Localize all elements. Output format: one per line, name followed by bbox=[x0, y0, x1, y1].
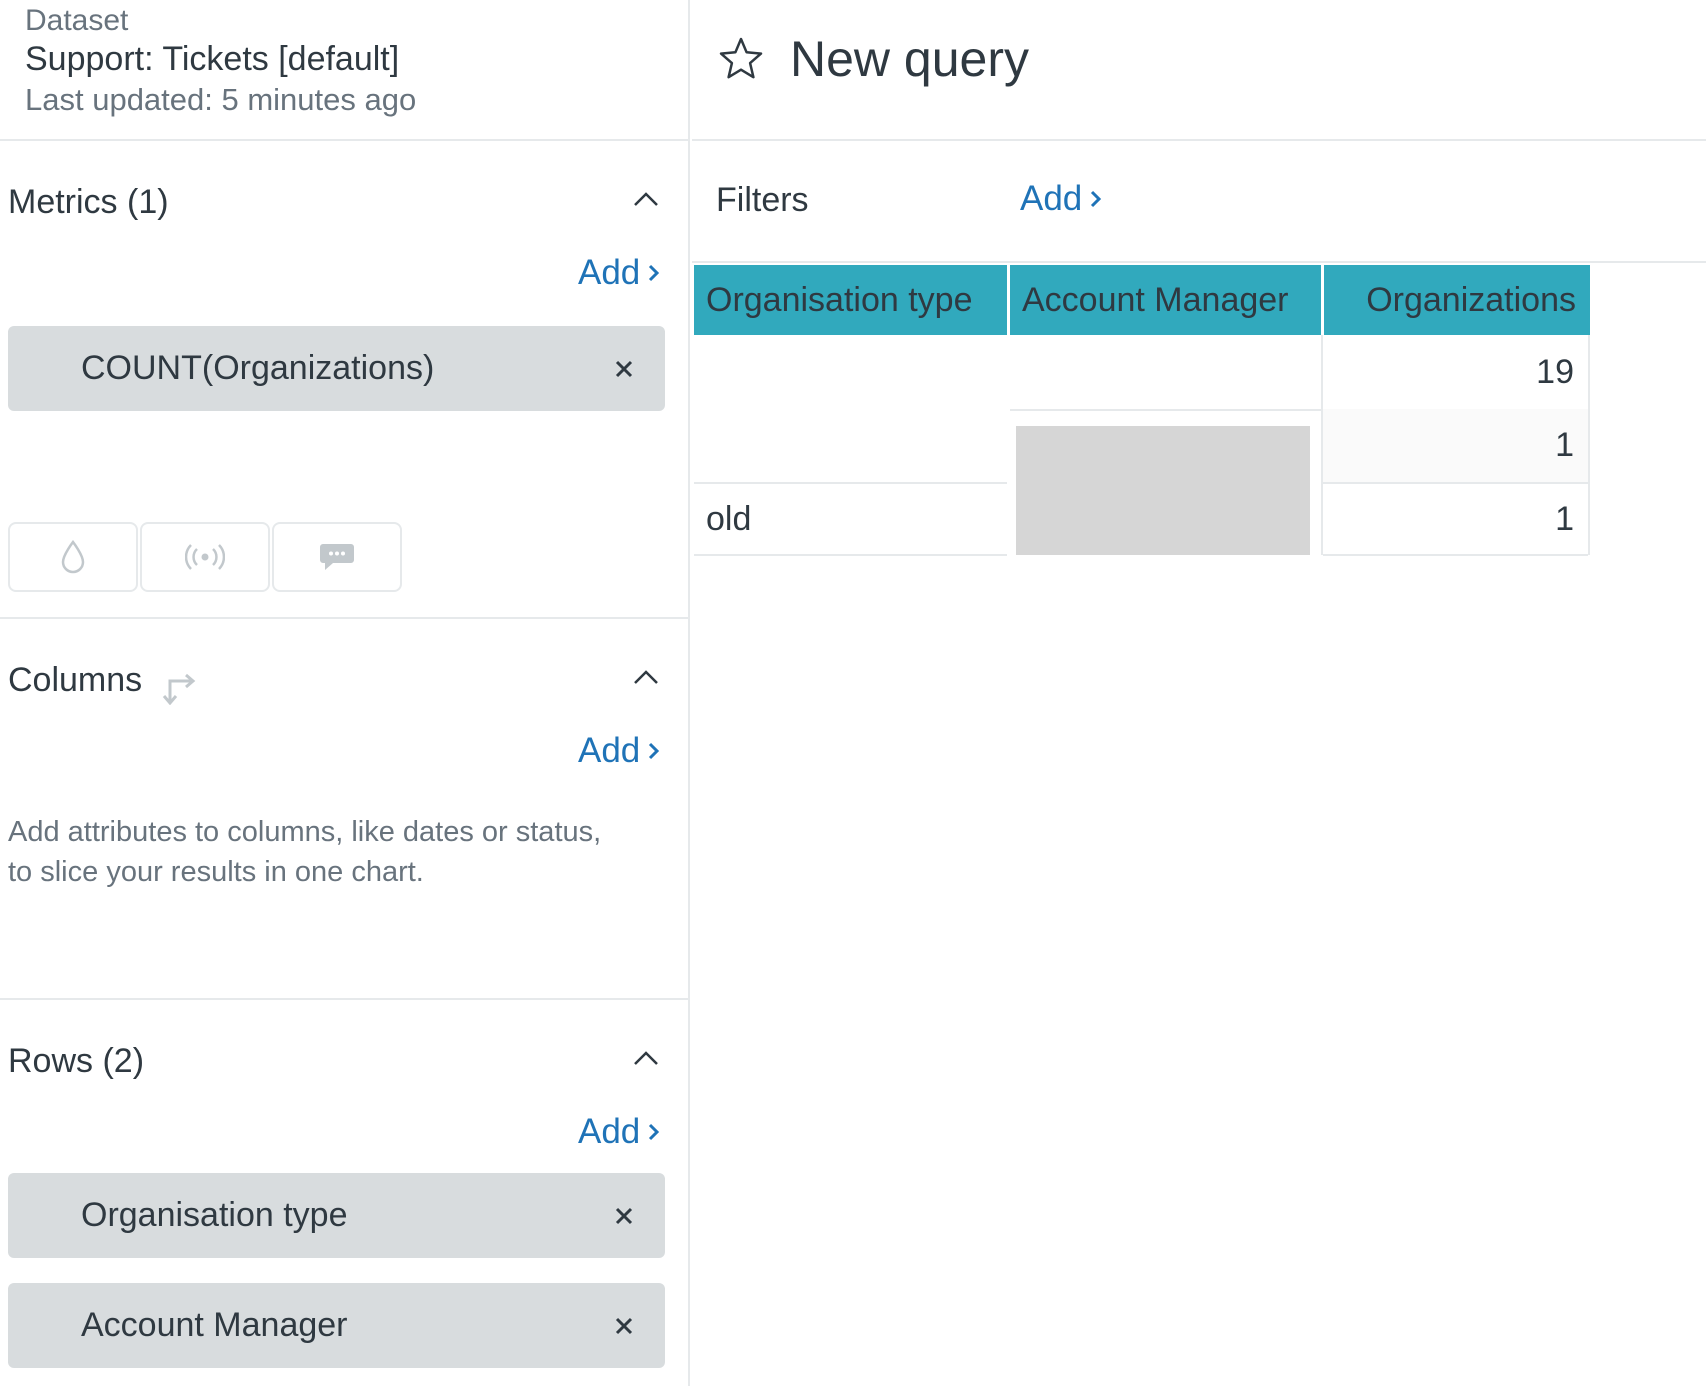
filters-bar: Filters Add bbox=[692, 143, 1706, 263]
dataset-name[interactable]: Support: Tickets [default] bbox=[25, 40, 399, 79]
metric-live-button[interactable] bbox=[140, 522, 270, 592]
rows-add-label: Add bbox=[578, 1112, 641, 1151]
column-divider bbox=[1588, 335, 1590, 555]
filters-label: Filters bbox=[716, 181, 809, 219]
row-pill[interactable]: Account Manager bbox=[8, 1283, 665, 1368]
close-icon bbox=[615, 1207, 633, 1224]
metric-color-button[interactable] bbox=[8, 522, 138, 592]
metrics-add-link[interactable]: Add bbox=[578, 253, 662, 293]
rows-add-link[interactable]: Add bbox=[578, 1112, 662, 1152]
columns-add-link[interactable]: Add bbox=[578, 731, 662, 771]
redacted-account-manager bbox=[1016, 426, 1310, 555]
rows-collapse-button[interactable] bbox=[626, 1038, 666, 1078]
table-cell-organizations: 1 bbox=[1323, 409, 1588, 482]
table-cell-organizations: 19 bbox=[1536, 352, 1574, 391]
query-main: New query Filters Add Organisation type … bbox=[692, 0, 1706, 1386]
query-sidebar: Dataset Support: Tickets [default] Last … bbox=[0, 0, 690, 1386]
columns-help-text: Add attributes to columns, like dates or… bbox=[8, 816, 602, 888]
chevron-up-icon bbox=[634, 1051, 658, 1065]
table-header-organizations[interactable]: Organizations bbox=[1324, 265, 1590, 335]
row-divider bbox=[694, 554, 1007, 556]
rows-title: Rows (2) bbox=[8, 1042, 145, 1080]
columns-title: Columns bbox=[8, 661, 143, 699]
table-cell-organizations: 1 bbox=[1555, 499, 1574, 538]
dataset-last-updated: Last updated: 5 minutes ago bbox=[25, 82, 417, 117]
metric-pill-label: COUNT(Organizations) bbox=[81, 349, 435, 387]
speech-bubble-icon bbox=[320, 544, 354, 570]
query-header: New query bbox=[692, 0, 1706, 141]
metrics-title: Metrics (1) bbox=[8, 183, 169, 221]
table-cell-org-type: old bbox=[706, 499, 752, 538]
columns-section: Columns Add bbox=[0, 621, 688, 1000]
rows-section: Rows (2) Add Organisation type Account M… bbox=[0, 1002, 688, 1386]
broadcast-icon bbox=[185, 544, 225, 570]
remove-row-button[interactable] bbox=[606, 1198, 642, 1234]
metric-pill[interactable]: COUNT(Organizations) bbox=[8, 326, 665, 411]
query-title[interactable]: New query bbox=[790, 30, 1029, 88]
chevron-right-icon bbox=[1091, 190, 1102, 208]
row-pill[interactable]: Organisation type bbox=[8, 1173, 665, 1258]
metrics-collapse-button[interactable] bbox=[626, 179, 666, 219]
filters-add-link[interactable]: Add bbox=[1020, 179, 1104, 219]
remove-metric-button[interactable] bbox=[606, 351, 642, 387]
chevron-up-icon bbox=[634, 192, 658, 206]
close-icon bbox=[615, 360, 633, 377]
row-pill-label: Organisation type bbox=[81, 1196, 348, 1234]
chevron-right-icon bbox=[649, 742, 660, 760]
table-cell-org-type bbox=[694, 335, 1007, 481]
columns-collapse-button[interactable] bbox=[626, 657, 666, 697]
metric-comment-button[interactable] bbox=[272, 522, 402, 592]
chevron-up-icon bbox=[634, 670, 658, 684]
close-icon bbox=[615, 1317, 633, 1334]
remove-row-button[interactable] bbox=[606, 1308, 642, 1344]
dataset-info: Dataset Support: Tickets [default] Last … bbox=[0, 0, 688, 141]
columns-add-label: Add bbox=[578, 731, 641, 770]
drop-icon bbox=[61, 540, 85, 574]
chevron-right-icon bbox=[649, 1123, 660, 1141]
chevron-right-icon bbox=[649, 264, 660, 282]
row-divider bbox=[1323, 554, 1588, 556]
row-divider bbox=[1010, 409, 1321, 411]
app-root: Dataset Support: Tickets [default] Last … bbox=[0, 0, 1706, 1386]
swap-axes-icon[interactable] bbox=[160, 665, 200, 705]
table-cell-account-manager bbox=[1010, 335, 1321, 409]
filters-add-label: Add bbox=[1020, 179, 1083, 218]
table-header-organisation-type[interactable]: Organisation type bbox=[694, 265, 1007, 335]
dataset-label: Dataset bbox=[25, 4, 129, 37]
star-icon[interactable] bbox=[718, 36, 764, 82]
row-pill-label: Account Manager bbox=[81, 1306, 348, 1344]
metrics-add-label: Add bbox=[578, 253, 641, 292]
table-header-account-manager[interactable]: Account Manager bbox=[1010, 265, 1321, 335]
